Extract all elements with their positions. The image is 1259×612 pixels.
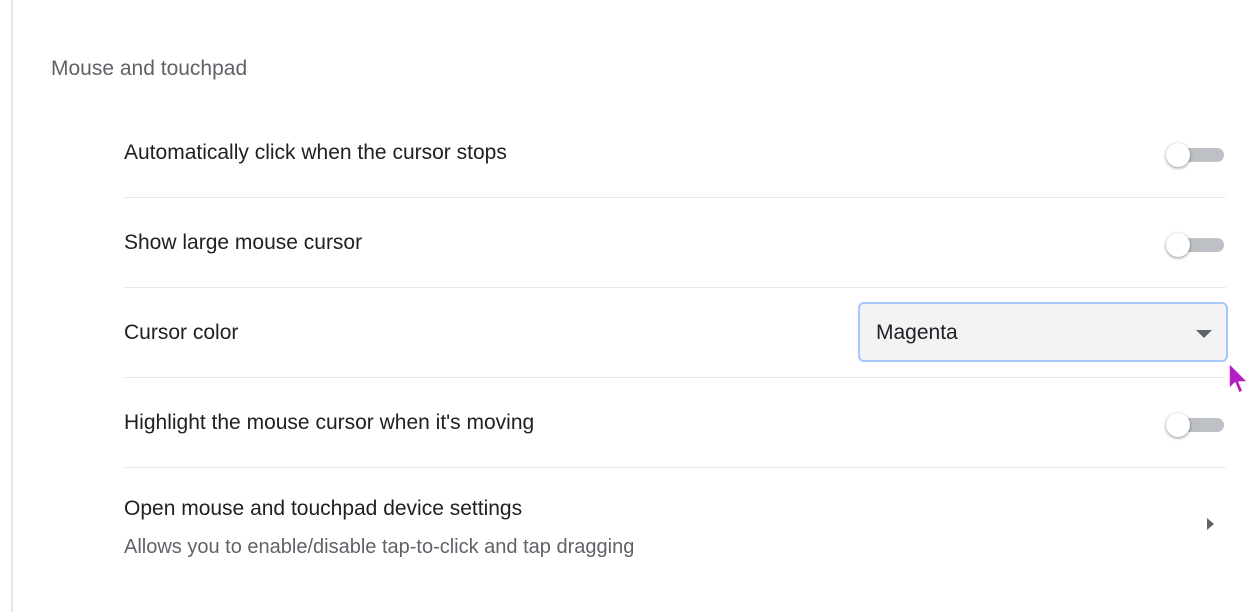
row-large-cursor[interactable]: Show large mouse cursor [124, 198, 1226, 288]
toggle-knob [1166, 413, 1190, 437]
row-label-device-settings: Open mouse and touchpad device settings [124, 497, 523, 520]
toggle-knob [1166, 143, 1190, 167]
row-cursor-color: Cursor color Magenta [124, 288, 1228, 378]
row-label-auto-click: Automatically click when the cursor stop… [124, 141, 507, 164]
chevron-right-icon[interactable] [1207, 518, 1214, 530]
mouse-pointer-icon [1228, 362, 1249, 394]
row-label-highlight-cursor: Highlight the mouse cursor when it's mov… [124, 411, 535, 434]
row-label-large-cursor: Show large mouse cursor [124, 231, 363, 254]
row-device-settings[interactable]: Open mouse and touchpad device settings … [124, 468, 1226, 578]
auto-click-toggle[interactable] [1166, 143, 1224, 167]
toggle-knob [1166, 233, 1190, 257]
section-title: Mouse and touchpad [51, 57, 248, 80]
settings-list: Automatically click when the cursor stop… [124, 108, 1228, 578]
large-cursor-toggle[interactable] [1166, 233, 1224, 257]
settings-page: Mouse and touchpad Automatically click w… [0, 0, 1259, 612]
highlight-cursor-toggle[interactable] [1166, 413, 1224, 437]
row-highlight-cursor[interactable]: Highlight the mouse cursor when it's mov… [124, 378, 1226, 468]
left-divider [11, 0, 13, 612]
row-label-cursor-color: Cursor color [124, 321, 239, 344]
row-sublabel-device-settings: Allows you to enable/disable tap-to-clic… [124, 536, 635, 558]
chevron-down-icon [1196, 330, 1212, 338]
cursor-color-select[interactable]: Magenta [858, 302, 1228, 362]
row-auto-click[interactable]: Automatically click when the cursor stop… [124, 108, 1226, 198]
cursor-color-value: Magenta [876, 321, 958, 344]
